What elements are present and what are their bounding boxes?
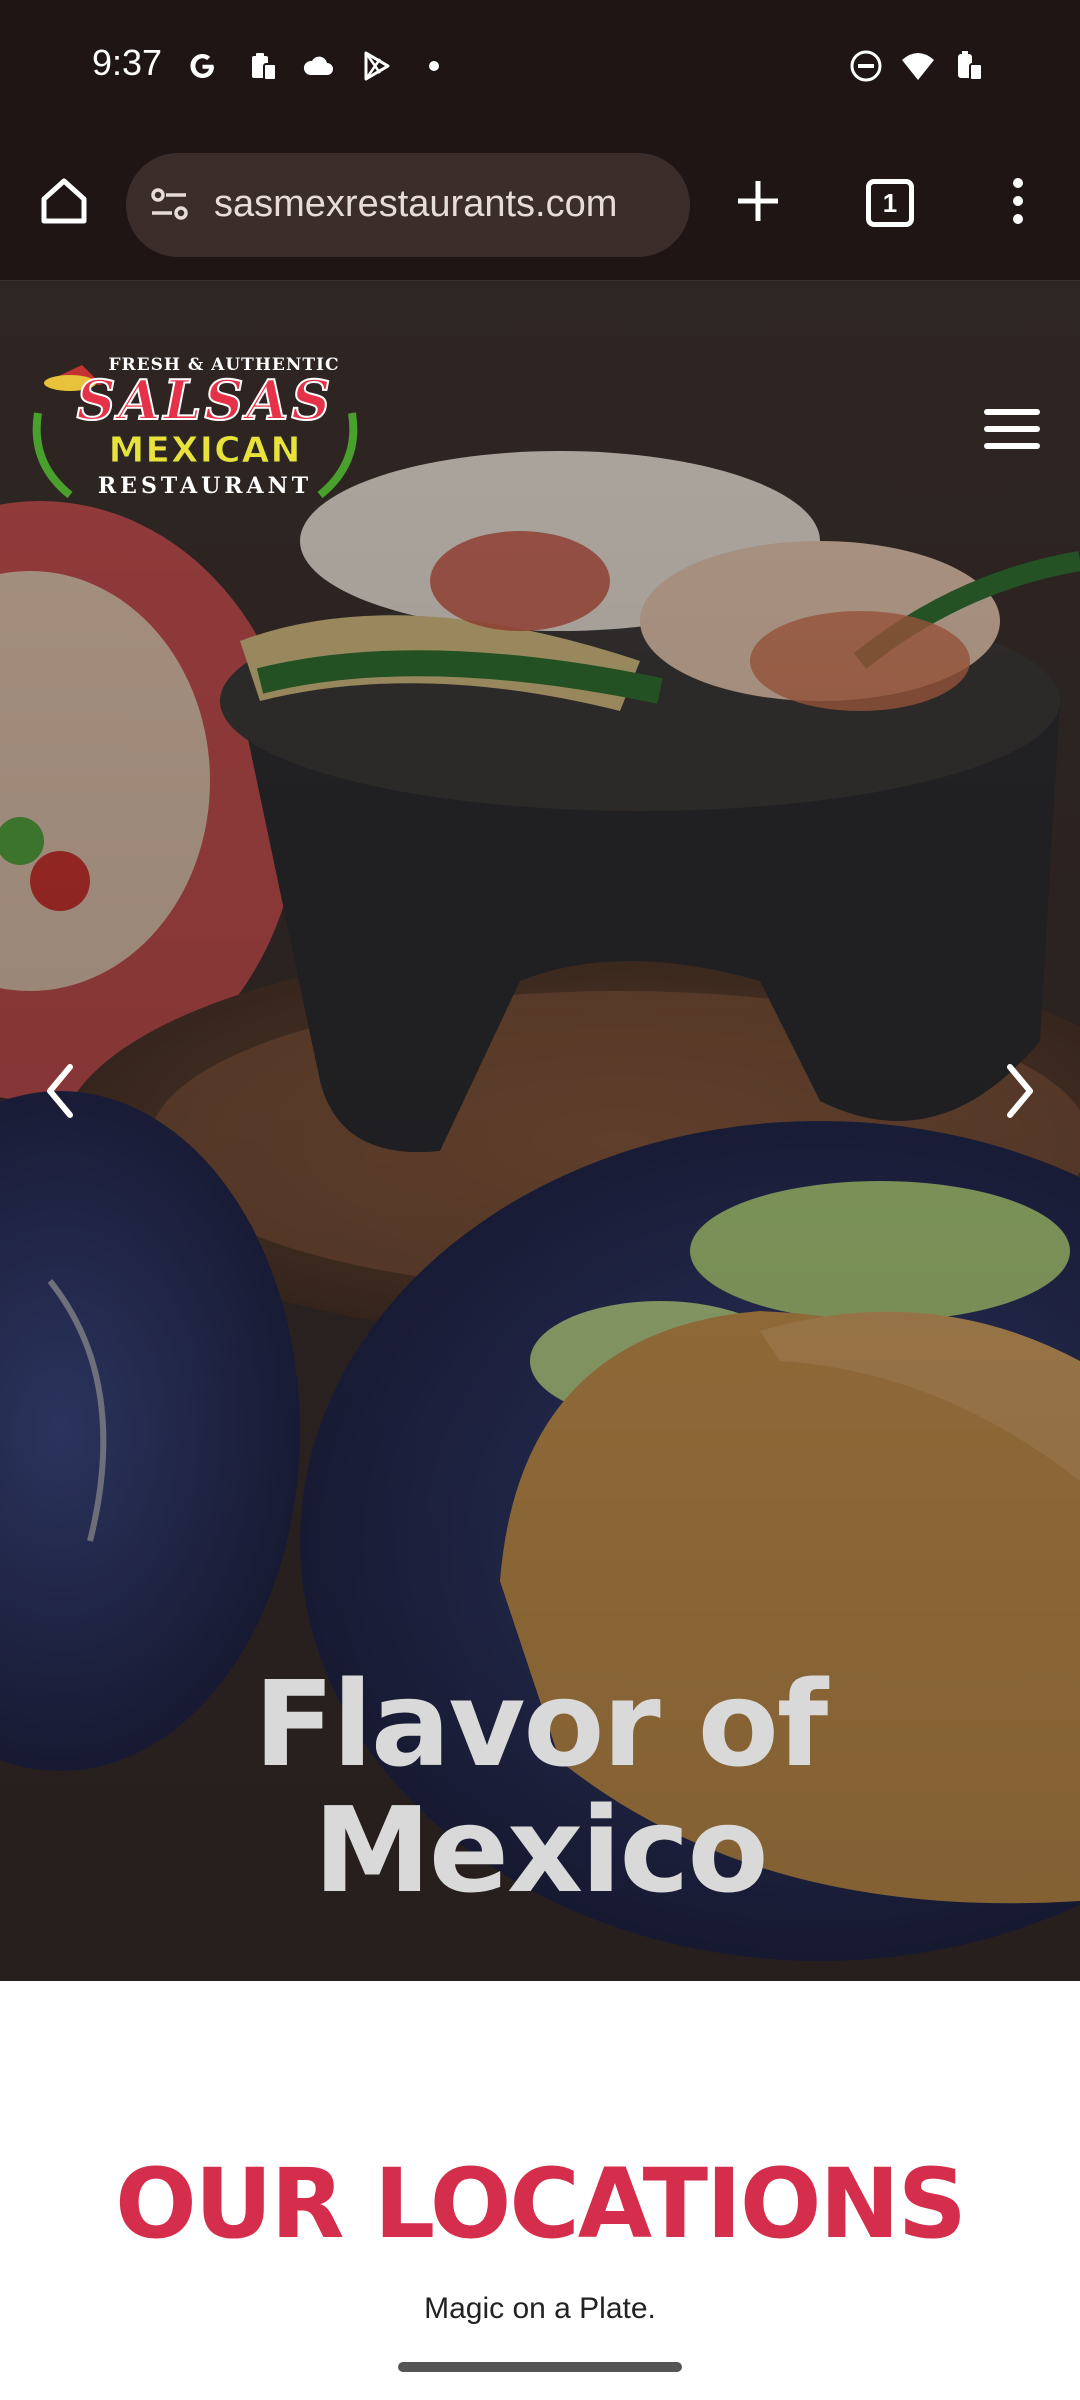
chevron-right-icon[interactable]: [1000, 1061, 1040, 1121]
restaurant-logo[interactable]: FRESH & AUTHENTIC SALSAS MEXICAN RESTAUR…: [30, 353, 360, 503]
hero-slider: FRESH & AUTHENTIC SALSAS MEXICAN RESTAUR…: [0, 281, 1080, 1981]
site-settings-icon[interactable]: [146, 181, 194, 229]
locations-tagline: Magic on a Plate.: [424, 2292, 656, 2325]
new-tab-icon[interactable]: [730, 173, 786, 229]
logo-line-4: RESTAURANT: [97, 473, 313, 499]
logo-line-2: SALSAS: [76, 368, 334, 432]
logo-line-3: MEXICAN: [108, 430, 302, 471]
cloud-icon: [303, 56, 333, 75]
do-not-disturb-icon: [850, 50, 882, 82]
tab-switcher-icon[interactable]: 1: [866, 179, 914, 227]
hamburger-menu-icon[interactable]: [984, 407, 1040, 451]
hero-title: Flavor of Mexico: [0, 1661, 1080, 1913]
play-store-icon: [364, 51, 390, 81]
address-bar[interactable]: sasmexrestaurants.com: [126, 153, 690, 257]
more-options-icon[interactable]: [1000, 173, 1036, 229]
notification-dot: [429, 61, 439, 71]
locations-heading: OUR LOCATIONS: [115, 2148, 967, 2260]
hero-title-line-2: Mexico: [313, 1781, 768, 1919]
url-text: sasmexrestaurants.com: [214, 183, 618, 225]
google-icon: [190, 54, 214, 78]
hero-title-line-1: Flavor of: [253, 1655, 828, 1793]
status-time: 9:37: [92, 42, 163, 83]
gesture-home-indicator[interactable]: [398, 2362, 682, 2372]
browser-toolbar: sasmexrestaurants.com 1: [0, 135, 1080, 282]
chevron-left-icon[interactable]: [40, 1061, 80, 1121]
clipboard-icon: [252, 53, 277, 81]
status-bar: 9:37: [0, 0, 1080, 135]
wifi-icon: [902, 53, 934, 80]
tab-count: 1: [882, 188, 898, 218]
home-icon[interactable]: [34, 171, 94, 231]
battery-icon: [958, 51, 983, 81]
